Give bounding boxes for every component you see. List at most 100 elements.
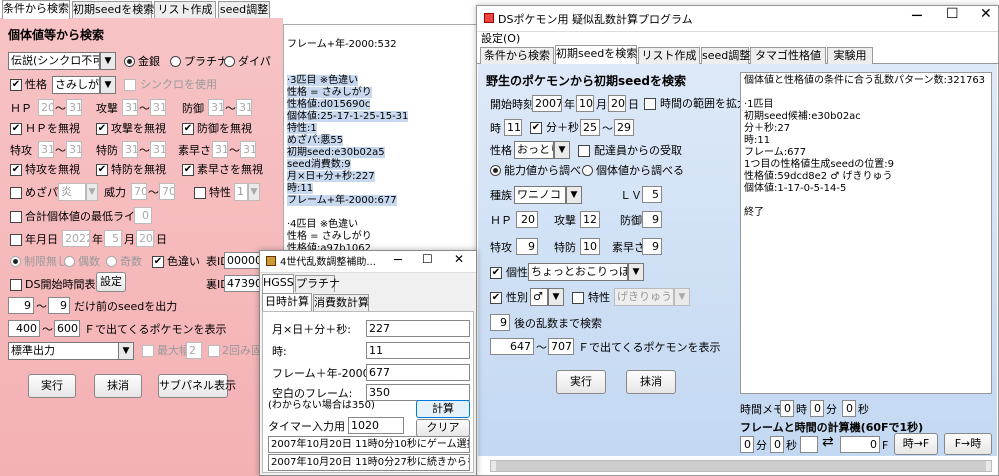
right-nature-select[interactable]: おっとり <box>514 141 554 159</box>
spd-input[interactable]: 10 <box>580 238 600 255</box>
limit-radio-1[interactable] <box>64 256 75 267</box>
left-tab-0[interactable]: 条件から検索 <box>2 0 70 19</box>
power-max[interactable]: 70 <box>159 183 175 200</box>
stat-spd-max[interactable]: 31 <box>150 141 166 158</box>
spa-input[interactable]: 9 <box>516 238 538 255</box>
ability-select[interactable]: げきりゅう <box>614 288 674 306</box>
helper-tab-1[interactable]: プラチナ <box>295 275 340 292</box>
helper-result-2[interactable]: 2007年10月20日 11時0分27秒に続きからを選択 <box>268 454 470 471</box>
right-scroll-thumb[interactable] <box>496 461 986 471</box>
version-radio-1[interactable] <box>170 56 181 67</box>
ignore-def-checkbox[interactable]: ✔ <box>182 123 194 135</box>
left-tab-2[interactable]: リスト作成 <box>154 1 216 18</box>
hp-input[interactable]: 20 <box>516 211 538 228</box>
helper-clear-button[interactable]: クリア <box>416 419 470 437</box>
version-radio-2[interactable] <box>224 56 235 67</box>
species-arrow[interactable]: ▼ <box>566 186 582 204</box>
max-input[interactable]: 2 <box>186 342 202 359</box>
synchro-checkbox[interactable] <box>124 79 136 91</box>
stat-hp-min[interactable]: 20 <box>38 99 54 116</box>
mezapa-type-arrow[interactable]: ▼ <box>86 183 98 201</box>
ignore-atk-checkbox[interactable]: ✔ <box>96 123 108 135</box>
day-input[interactable]: 20 <box>136 230 154 247</box>
subpanel-button[interactable]: サブパネル表示 <box>158 374 236 398</box>
nature-select-arrow[interactable]: ▼ <box>100 76 116 94</box>
mezapa-checkbox[interactable] <box>10 187 22 199</box>
minsec-min[interactable]: 25 <box>580 119 600 136</box>
helper-row3-input[interactable]: 350 <box>366 384 470 401</box>
year-input[interactable]: 2022 <box>62 230 90 247</box>
by-ability-radio[interactable] <box>490 165 501 176</box>
right-tab-4[interactable]: タマゴ性格値 <box>750 47 826 64</box>
mode-select[interactable]: 伝説(シンクロ不可) <box>8 52 100 70</box>
helper-row2-input[interactable]: 677 <box>366 364 470 381</box>
month-input[interactable]: 5 <box>104 230 122 247</box>
hour-input[interactable]: 11 <box>504 119 522 136</box>
minsec-max[interactable]: 29 <box>614 119 634 136</box>
right-tab-3[interactable]: seed調整 <box>701 47 750 64</box>
atk-input[interactable]: 12 <box>580 211 600 228</box>
trait-select-r[interactable]: ちょっとおこりっぽい <box>528 263 628 281</box>
close-icon[interactable]: ✕ <box>980 7 992 22</box>
helper-maximize-icon[interactable]: ☐ <box>422 252 433 267</box>
stat-def-max[interactable]: 31 <box>236 99 252 116</box>
version-radio-0[interactable] <box>124 56 135 67</box>
memo-m-input[interactable]: 0 <box>810 400 824 417</box>
trait-arrow-r[interactable]: ▼ <box>628 263 644 281</box>
trait-select[interactable]: 1 <box>234 183 248 201</box>
start-month[interactable]: 10 <box>576 95 594 112</box>
stat-hp-max[interactable]: 31 <box>66 99 82 116</box>
species-select[interactable]: ワニノコ <box>514 186 566 204</box>
stat-def-min[interactable]: 31 <box>208 99 224 116</box>
right-clear-button[interactable]: 抹消 <box>626 370 676 394</box>
limit-radio-2[interactable] <box>106 256 117 267</box>
helper-close-icon[interactable]: ✕ <box>454 252 464 267</box>
mezapa-type-select[interactable]: 炎 <box>58 183 86 201</box>
total-input[interactable]: 0 <box>134 207 152 224</box>
output-select-arrow[interactable]: ▼ <box>118 342 134 360</box>
table-id-input[interactable]: 00000 <box>224 252 260 269</box>
right-result-area[interactable]: 個体値と性格値の条件に合う乱数パターン数:321763 ·1匹目 初期seed候… <box>740 72 992 394</box>
total-checkbox[interactable] <box>10 211 22 223</box>
by-iv-radio[interactable] <box>582 165 593 176</box>
helper-subtab-0[interactable]: 日時計算 <box>262 293 312 312</box>
stat-spd-min[interactable]: 31 <box>122 141 138 158</box>
right-tab-2[interactable]: リスト作成 <box>638 47 700 64</box>
gender-checkbox[interactable]: ✔ <box>490 292 502 304</box>
ability-arrow[interactable]: ▼ <box>674 288 690 306</box>
max-checkbox[interactable] <box>142 345 154 357</box>
frame-max-input[interactable]: 600 <box>54 320 80 337</box>
spe-input[interactable]: 9 <box>642 238 662 255</box>
settings-button[interactable]: 設定 <box>96 272 126 292</box>
conv-sec-input[interactable]: 0 <box>770 436 784 453</box>
r-frame-max[interactable]: 707 <box>548 338 574 355</box>
stat-spe-max[interactable]: 31 <box>240 141 256 158</box>
nature-checkbox[interactable]: ✔ <box>10 79 22 91</box>
left-clear-button[interactable]: 抹消 <box>94 374 142 398</box>
trait-select-arrow[interactable]: ▼ <box>248 183 260 201</box>
ignore-hp-checkbox[interactable]: ✔ <box>10 123 22 135</box>
maximize-icon[interactable]: ☐ <box>946 7 959 22</box>
mode-select-arrow[interactable]: ▼ <box>100 52 116 70</box>
r-frame-min[interactable]: 647 <box>490 338 534 355</box>
ignore-spd-checkbox[interactable]: ✔ <box>96 164 108 176</box>
shiny-checkbox[interactable]: ✔ <box>152 256 164 268</box>
memo-s-input[interactable]: 0 <box>842 400 856 417</box>
nature-select[interactable]: さみしがり <box>52 76 100 94</box>
stat-spe-min[interactable]: 31 <box>212 141 228 158</box>
helper-calc-button[interactable]: 計算 <box>416 400 470 418</box>
seed-max-input[interactable]: 9 <box>48 297 70 314</box>
memo-h-input[interactable]: 0 <box>780 400 794 417</box>
helper-timer-input[interactable]: 1020 <box>348 417 404 434</box>
stat-atk-max[interactable]: 31 <box>150 99 166 116</box>
left-tab-1[interactable]: 初期seedを検索 <box>72 1 154 18</box>
conv-input-box[interactable] <box>800 436 818 453</box>
helper-subtab-1[interactable]: 消費数計算 <box>313 294 369 311</box>
trait-checkbox-r[interactable]: ✔ <box>490 267 502 279</box>
minsec-checkbox[interactable]: ✔ <box>530 122 542 134</box>
start-day[interactable]: 20 <box>608 95 626 112</box>
delivery-checkbox[interactable] <box>578 145 590 157</box>
helper-row1-input[interactable]: 11 <box>366 342 470 359</box>
right-tab-1[interactable]: 初期seedを検索 <box>555 45 637 64</box>
start-year[interactable]: 2007 <box>532 95 562 112</box>
